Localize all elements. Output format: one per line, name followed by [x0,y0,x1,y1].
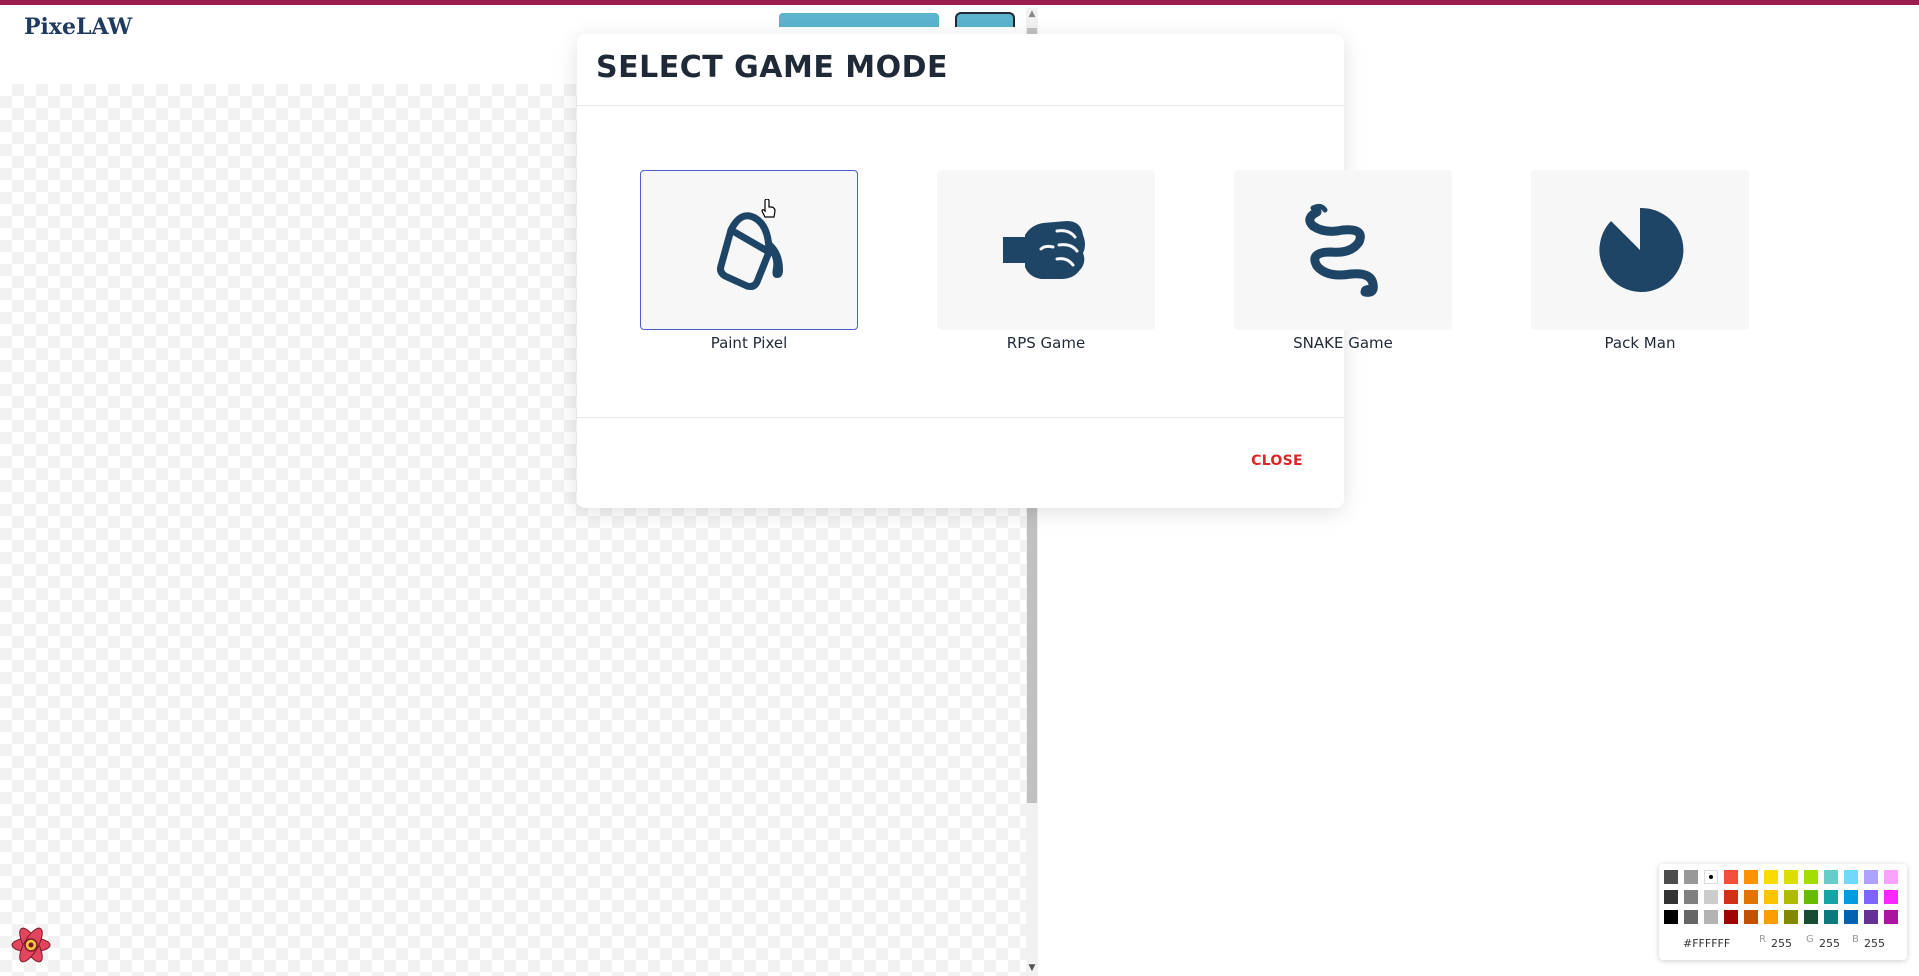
color-swatch[interactable] [1824,890,1838,904]
game-tile[interactable] [1234,170,1452,330]
app-logo[interactable]: PixeLAW [24,14,132,40]
color-swatch[interactable] [1664,890,1678,904]
color-swatch[interactable] [1824,910,1838,924]
pacman-icon [1599,207,1684,292]
header-button-primary[interactable] [779,13,939,27]
b-label: B [1852,934,1859,945]
color-swatch[interactable] [1884,890,1898,904]
color-swatch[interactable] [1764,870,1778,884]
game-mode-dialog: SELECT GAME MODE Paint Pixel RPS Game SN… [577,34,1749,508]
game-tile[interactable] [640,170,858,330]
scroll-down-arrow-icon[interactable]: ▼ [1026,962,1038,974]
top-accent-bar [0,0,1919,5]
selected-dot [1709,875,1713,879]
color-swatch[interactable] [1724,910,1738,924]
color-swatch[interactable] [1844,870,1858,884]
game-tile[interactable] [937,170,1155,330]
color-swatch[interactable] [1764,890,1778,904]
color-swatch[interactable] [1784,890,1798,904]
game-label: Pack Man [1604,334,1676,352]
color-swatch[interactable] [1684,870,1698,884]
g-label: G [1806,934,1814,945]
color-swatch[interactable] [1804,870,1818,884]
color-swatch[interactable] [1684,890,1698,904]
color-swatch[interactable] [1804,890,1818,904]
color-swatch[interactable] [1764,910,1778,924]
dialog-divider [577,105,1344,106]
scroll-up-arrow-icon[interactable]: ▲ [1026,8,1038,20]
color-swatch[interactable] [1744,870,1758,884]
r-input[interactable]: 255 [1771,937,1792,950]
color-swatch[interactable] [1704,890,1718,904]
color-swatch[interactable] [1864,870,1878,884]
game-label: Paint Pixel [710,334,788,352]
color-swatch[interactable] [1884,870,1898,884]
game-tile[interactable] [1531,170,1749,330]
fist-icon [1003,221,1085,279]
game-option-snake[interactable]: SNAKE Game [1234,170,1452,352]
b-input[interactable]: 255 [1864,937,1885,950]
paint-bucket-icon [717,212,783,290]
color-swatch[interactable] [1704,870,1718,884]
react-devtools-icon[interactable] [10,924,52,966]
color-swatch[interactable] [1744,890,1758,904]
color-swatch[interactable] [1844,910,1858,924]
r-label: R [1759,934,1766,945]
header-button-secondary[interactable] [955,12,1015,27]
close-button[interactable]: CLOSE [1247,449,1307,473]
game-option-pack-man[interactable]: Pack Man [1531,170,1749,352]
color-swatch[interactable] [1864,910,1878,924]
hand-cursor-icon [761,199,776,218]
g-input[interactable]: 255 [1819,937,1840,950]
hex-input[interactable]: #FFFFFF [1683,937,1730,950]
color-swatch[interactable] [1704,910,1718,924]
color-swatch[interactable] [1724,870,1738,884]
color-swatch[interactable] [1804,910,1818,924]
game-option-rps[interactable]: RPS Game [937,170,1155,352]
color-swatch[interactable] [1784,910,1798,924]
snake-icon [1305,203,1378,297]
color-swatch[interactable] [1724,890,1738,904]
color-swatch[interactable] [1864,890,1878,904]
dialog-divider [577,417,1344,418]
game-option-paint-pixel[interactable]: Paint Pixel [640,170,858,352]
game-label: RPS Game [1006,334,1086,352]
color-swatch[interactable] [1744,910,1758,924]
game-label: SNAKE Game [1293,334,1393,352]
color-swatch[interactable] [1684,910,1698,924]
color-swatch[interactable] [1664,870,1678,884]
color-swatch[interactable] [1664,910,1678,924]
color-picker: #FFFFFF R 255 G 255 B 255 [1659,864,1907,960]
dialog-title: SELECT GAME MODE [596,50,949,85]
color-swatch[interactable] [1844,890,1858,904]
color-swatch[interactable] [1884,910,1898,924]
color-swatch[interactable] [1824,870,1838,884]
color-swatch[interactable] [1784,870,1798,884]
